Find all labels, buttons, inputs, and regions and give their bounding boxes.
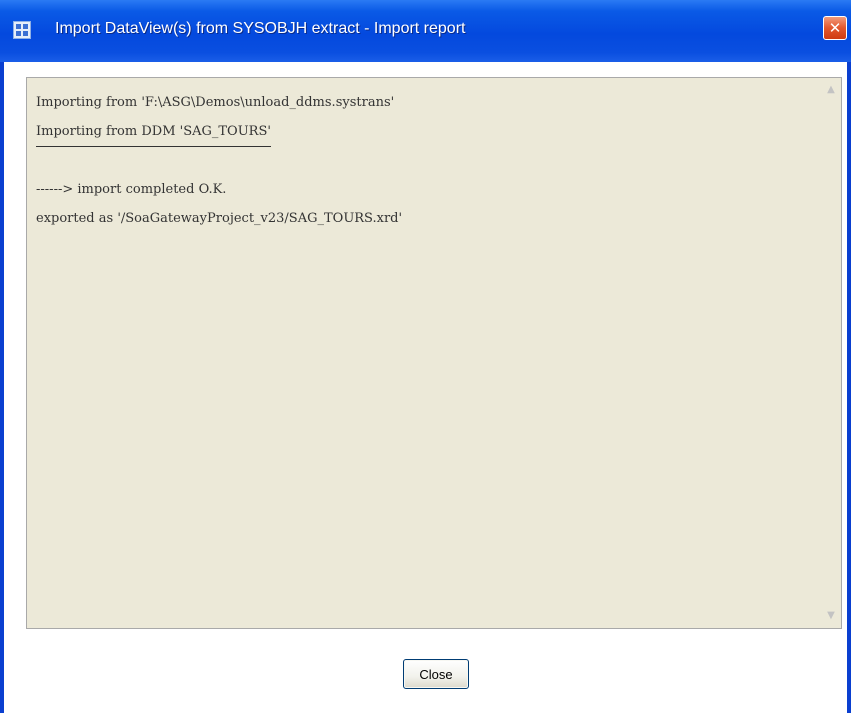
close-button[interactable]: Close: [403, 659, 469, 689]
scroll-down-icon[interactable]: ▼: [824, 609, 838, 623]
report-line: Importing from 'F:\ASG\Demos\unload_ddms…: [36, 95, 395, 110]
report-line: Importing from DDM 'SAG_TOURS': [36, 117, 271, 147]
grid-app-icon: [13, 21, 31, 39]
report-line: ------> import completed O.K.: [36, 182, 227, 197]
report-text: Importing from 'F:\ASG\Demos\unload_ddms…: [36, 88, 811, 233]
dialog-body: Importing from 'F:\ASG\Demos\unload_ddms…: [4, 62, 847, 713]
import-report-textarea[interactable]: Importing from 'F:\ASG\Demos\unload_ddms…: [26, 77, 842, 629]
report-line: [36, 146, 811, 175]
scroll-up-icon[interactable]: ▲: [824, 83, 838, 97]
window-title: Import DataView(s) from SYSOBJH extract …: [55, 20, 466, 37]
report-line: exported as '/SoaGatewayProject_v23/SAG_…: [36, 211, 403, 226]
vertical-scrollbar[interactable]: ▲ ▼: [821, 78, 841, 628]
import-report-window: Import DataView(s) from SYSOBJH extract …: [0, 0, 851, 713]
close-window-icon[interactable]: ✕: [823, 16, 847, 40]
title-bar[interactable]: Import DataView(s) from SYSOBJH extract …: [0, 0, 851, 62]
